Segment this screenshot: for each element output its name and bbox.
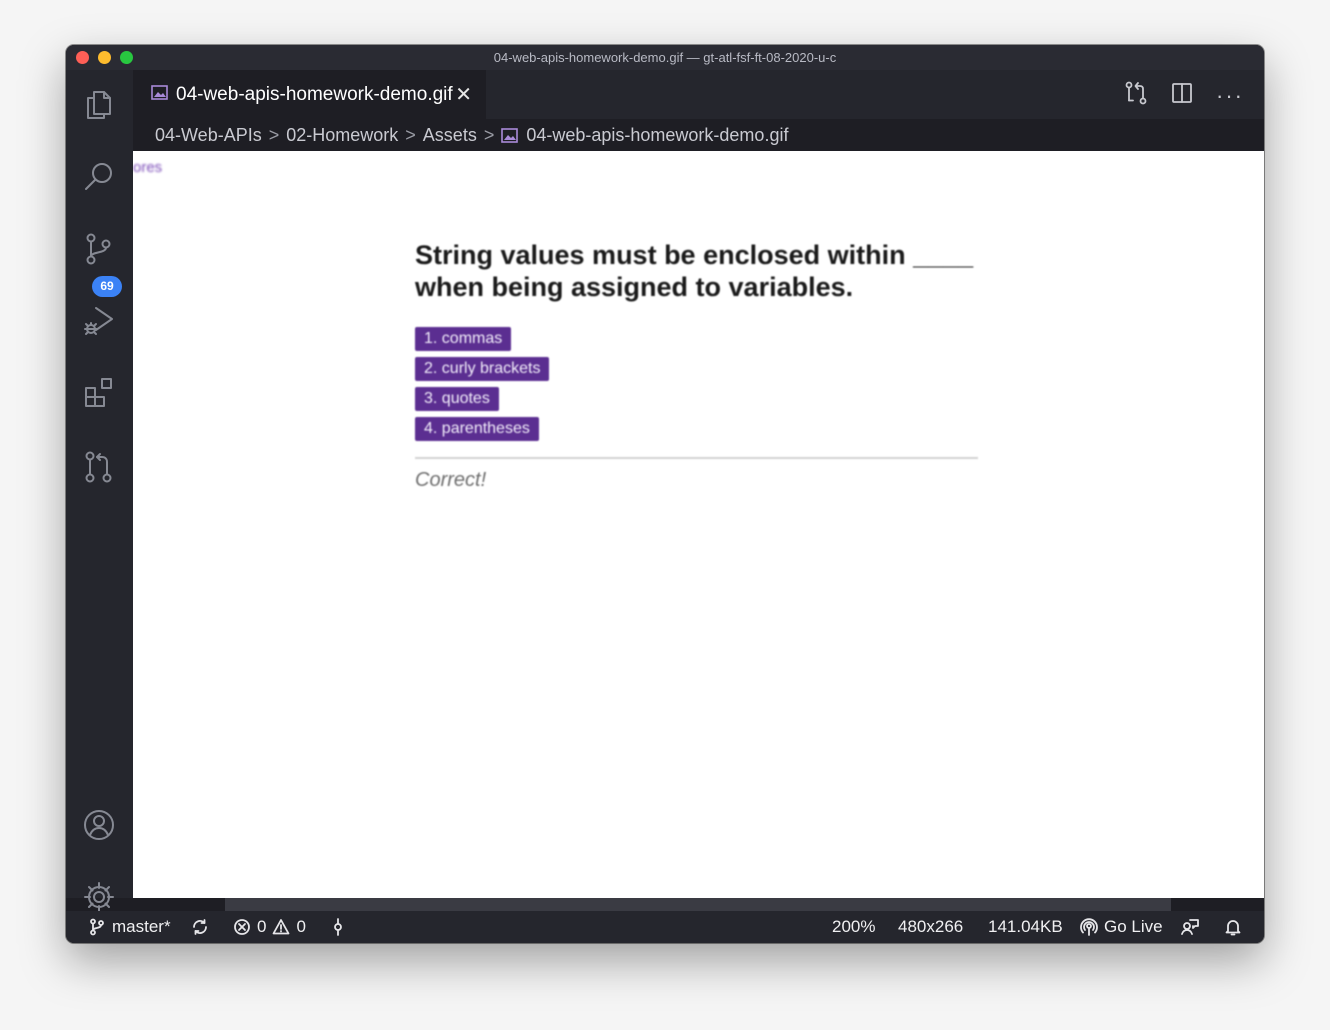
go-live-button[interactable]: Go Live [1080, 911, 1163, 943]
minimize-window-button[interactable] [98, 51, 111, 64]
problems-indicator[interactable]: 0 0 [233, 911, 306, 943]
choice-button: 2. curly brackets [415, 357, 550, 381]
quiz-card: String values must be enclosed within __… [415, 239, 980, 492]
editor-tab-bar: 04-web-apis-homework-demo.gif ✕ ··· [133, 70, 1264, 119]
warning-icon [273, 919, 290, 935]
run-debug-icon[interactable] [80, 302, 118, 340]
choice-button: 3. quotes [415, 387, 499, 411]
title-bar: 04-web-apis-homework-demo.gif — gt-atl-f… [66, 45, 1264, 70]
warning-count: 0 [296, 917, 306, 936]
image-preview: ores String values must be enclosed with… [133, 151, 1264, 898]
notifications-bell-icon[interactable] [1224, 911, 1242, 943]
breadcrumb-item[interactable]: 04-Web-APIs [155, 125, 262, 146]
answer-feedback: Correct! [415, 469, 487, 491]
pull-requests-icon[interactable] [80, 448, 118, 486]
account-icon[interactable] [80, 806, 118, 844]
commit-icon[interactable] [329, 911, 347, 943]
close-tab-icon[interactable]: ✕ [455, 82, 472, 107]
breadcrumb-item[interactable]: Assets [423, 125, 477, 146]
breadcrumb-item[interactable]: 04-web-apis-homework-demo.gif [526, 125, 788, 146]
chevron-right-icon: > [483, 124, 495, 145]
error-count: 0 [257, 917, 267, 936]
git-branch-icon [90, 918, 104, 936]
choice-list: 1. commas 2. curly brackets 3. quotes 4.… [415, 327, 980, 441]
file-size: 141.04KB [988, 917, 1063, 936]
divider [415, 457, 978, 459]
breadcrumb: 04-Web-APIs > 02-Homework > Assets > 04-… [133, 119, 1264, 151]
extensions-icon[interactable] [80, 374, 118, 412]
editor-actions: ··· [1124, 81, 1244, 110]
branch-indicator[interactable]: master* [88, 911, 171, 943]
activity-bar: 69 [66, 70, 133, 912]
window-title: 04-web-apis-homework-demo.gif — gt-atl-f… [493, 50, 837, 65]
go-live-label: Go Live [1104, 917, 1163, 936]
image-file-icon [501, 127, 519, 143]
split-editor-icon[interactable] [1170, 81, 1194, 110]
traffic-lights [76, 51, 133, 64]
feedback-icon[interactable] [1181, 911, 1199, 943]
status-bar: master* 0 0 200% 480x266 141.04KB Go Liv… [66, 911, 1264, 943]
search-icon[interactable] [80, 158, 118, 196]
sync-icon[interactable] [191, 911, 209, 943]
cutoff-text: ores [133, 159, 163, 176]
explorer-icon[interactable] [80, 86, 118, 124]
vscode-window: 04-web-apis-homework-demo.gif — gt-atl-f… [66, 45, 1264, 943]
breadcrumb-item[interactable]: 02-Homework [286, 125, 398, 146]
tab-label: 04-web-apis-homework-demo.gif [176, 83, 453, 105]
chevron-right-icon: > [268, 124, 280, 145]
close-window-button[interactable] [76, 51, 89, 64]
choice-button: 1. commas [415, 327, 512, 351]
branch-name: master* [112, 917, 171, 936]
more-actions-icon[interactable]: ··· [1216, 83, 1244, 108]
source-control-icon[interactable] [80, 230, 118, 268]
image-dimensions: 480x266 [898, 917, 964, 936]
quiz-question-line-2: when being assigned to variables. [415, 272, 854, 302]
quiz-question-line-1: String values must be enclosed within __… [415, 240, 974, 270]
error-icon [234, 919, 250, 935]
choice-button: 4. parentheses [415, 417, 539, 441]
zoom-level[interactable]: 200% [832, 911, 875, 943]
zoom-window-button[interactable] [120, 51, 133, 64]
chevron-right-icon: > [405, 124, 416, 145]
broadcast-icon [1080, 918, 1098, 936]
tab-gif-file[interactable]: 04-web-apis-homework-demo.gif ✕ [133, 70, 486, 119]
image-file-icon [151, 84, 168, 106]
open-changes-icon[interactable] [1124, 81, 1148, 110]
scrollbar-thumb[interactable] [225, 898, 1171, 911]
horizontal-scrollbar[interactable] [133, 898, 1264, 911]
source-control-badge: 69 [92, 276, 122, 297]
